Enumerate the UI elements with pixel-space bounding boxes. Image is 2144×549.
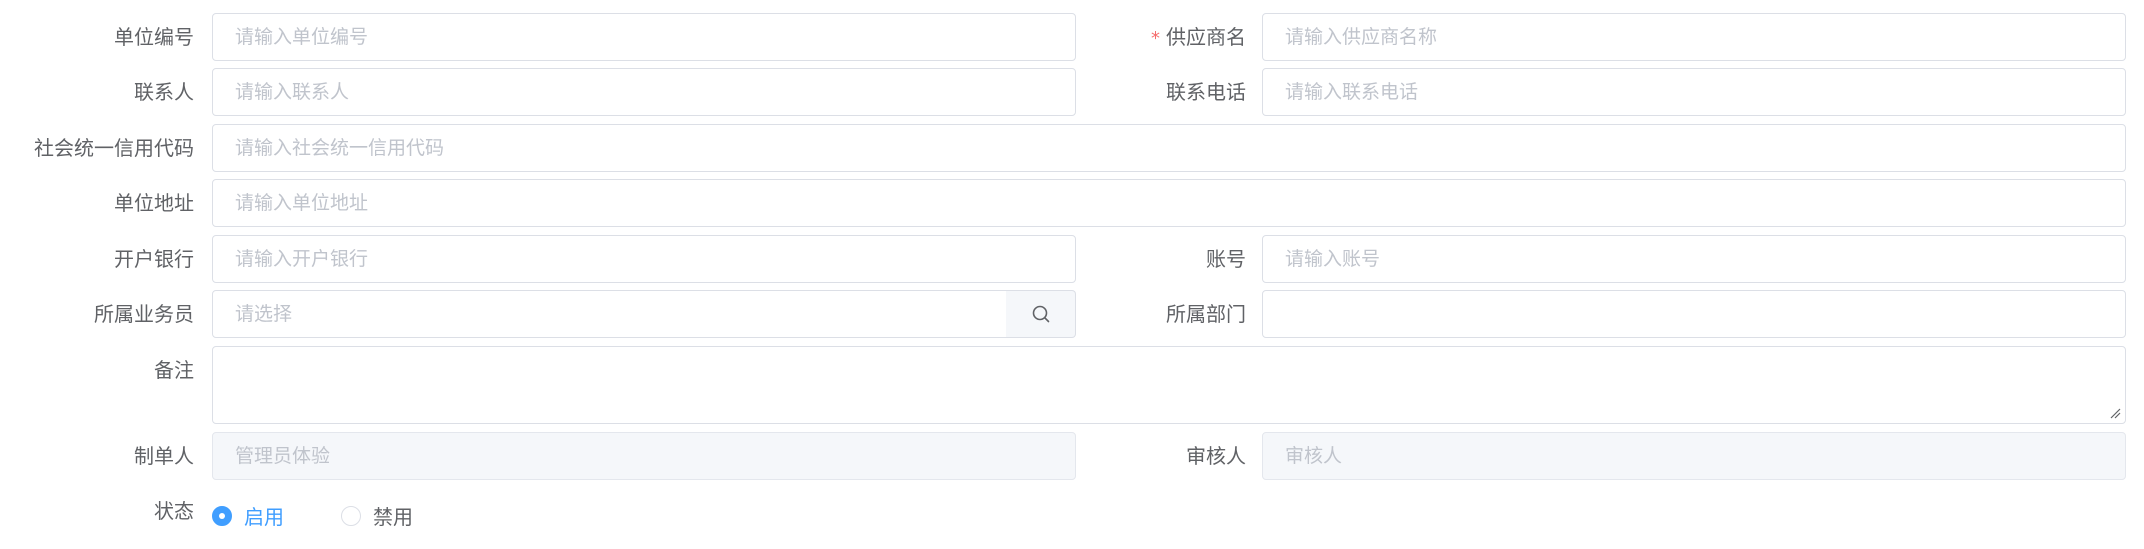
credit-code-label: 社会统一信用代码	[34, 136, 194, 160]
remark-label: 备注	[154, 358, 194, 382]
account-input[interactable]	[1262, 235, 2126, 283]
contact-label: 联系人	[134, 80, 194, 104]
supplier-name-input[interactable]	[1262, 13, 2126, 61]
supplier-name-label-text: 供应商名	[1166, 25, 1246, 49]
status-label: 状态	[154, 499, 194, 523]
supplier-form: 单位编号 * 供应商名 联系人 联系电话 社会统一信用代码 单位地址 开户银行 账…	[0, 0, 2144, 549]
bank-input[interactable]	[212, 235, 1076, 283]
bank-label: 开户银行	[114, 247, 194, 271]
salesperson-input[interactable]	[212, 290, 1007, 338]
address-input[interactable]	[212, 179, 2126, 227]
department-input[interactable]	[1262, 290, 2126, 338]
creator-input	[212, 432, 1076, 480]
department-label: 所属部门	[1166, 302, 1246, 326]
creator-label: 制单人	[134, 444, 194, 468]
phone-label: 联系电话	[1166, 80, 1246, 104]
contact-input[interactable]	[212, 68, 1076, 116]
salesperson-label: 所属业务员	[94, 302, 194, 326]
status-radio-enabled-label: 启用	[244, 505, 284, 529]
search-icon	[1032, 305, 1049, 323]
reviewer-label: 审核人	[1186, 444, 1246, 468]
status-radio-disabled[interactable]: 禁用	[341, 501, 413, 530]
status-radio-enabled[interactable]: 启用	[212, 501, 284, 530]
status-radio-disabled-label: 禁用	[373, 505, 413, 529]
credit-code-input[interactable]	[212, 124, 2126, 172]
resize-handle-icon[interactable]	[2109, 407, 2121, 419]
required-mark: *	[1151, 28, 1160, 49]
radio-checked-icon	[212, 505, 232, 526]
phone-input[interactable]	[1262, 68, 2126, 116]
supplier-name-label: * 供应商名	[1080, 13, 1246, 63]
reviewer-input	[1262, 432, 2126, 480]
address-label: 单位地址	[114, 191, 194, 215]
salesperson-search-button[interactable]	[1006, 290, 1076, 338]
account-label: 账号	[1206, 247, 1246, 271]
unit-code-input[interactable]	[212, 13, 1076, 61]
radio-unchecked-icon	[341, 505, 361, 526]
remark-textarea[interactable]	[212, 346, 2126, 424]
unit-code-label: 单位编号	[114, 25, 194, 49]
